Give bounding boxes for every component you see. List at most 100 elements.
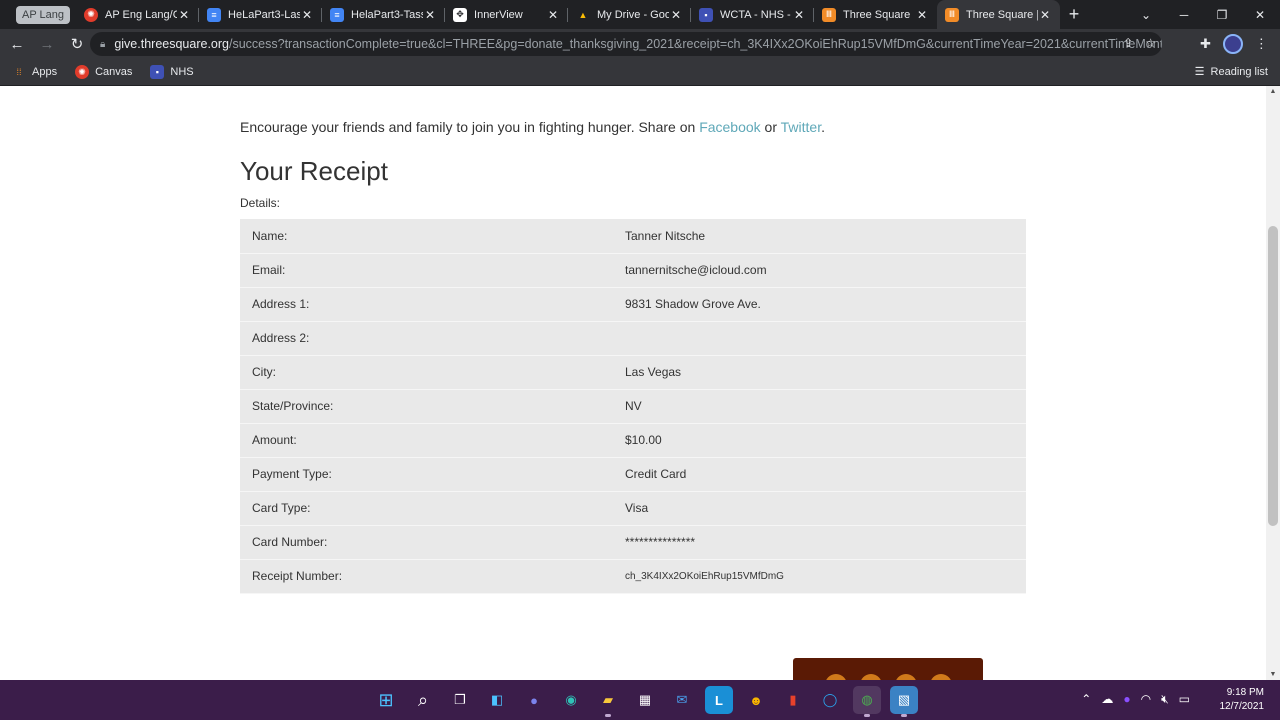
search-icon[interactable]: ⌕ <box>409 686 437 714</box>
game-icon[interactable]: ☻ <box>742 686 770 714</box>
receipt-label: Amount: <box>240 423 613 458</box>
bookmark-nhs[interactable]: ▪ NHS <box>150 65 194 79</box>
reading-list-label: Reading list <box>1210 65 1268 78</box>
teams-chat-icon[interactable]: ● <box>520 686 548 714</box>
toolbar-right: ✚ ⋮ <box>1200 33 1268 55</box>
edge-icon[interactable]: ◉ <box>557 686 585 714</box>
twitter-link[interactable]: Twitter <box>781 119 821 135</box>
taskbar-clock[interactable]: 9:18 PM 12/7/2021 <box>1220 686 1265 714</box>
chevron-up-icon[interactable]: ⌃ <box>1081 692 1091 707</box>
share-end: . <box>821 119 826 135</box>
window-close-icon[interactable]: ✕ <box>1242 0 1278 29</box>
receipt-value: $10.00 <box>613 423 1026 458</box>
office-icon[interactable]: ▮ <box>779 686 807 714</box>
volume-muted-icon[interactable]: 🔇︎ <box>1161 692 1169 707</box>
table-row: Name: Tanner Nitsche <box>240 219 1026 254</box>
table-row: Payment Type: Credit Card <box>240 457 1026 492</box>
page-title: Your Receipt <box>240 156 388 186</box>
scroll-down-icon[interactable]: ▼ <box>1266 671 1280 678</box>
close-icon[interactable]: ✕ <box>546 8 560 22</box>
docs-icon: ≡ <box>207 7 222 22</box>
chrome-icon[interactable]: ◍ <box>853 686 881 717</box>
tab-my-drive[interactable]: ▲ My Drive - Goo ✕ <box>568 0 692 29</box>
back-icon[interactable]: ← <box>4 31 30 57</box>
share-text: Encourage your friends and family to joi… <box>240 119 700 135</box>
promo-banner[interactable] <box>793 658 983 680</box>
photos-icon[interactable]: ▧ <box>890 686 918 717</box>
scroll-thumb[interactable] <box>1268 226 1278 526</box>
start-icon[interactable]: ⊞ <box>372 686 400 714</box>
reading-list-button[interactable]: ☰ Reading list <box>1195 65 1268 79</box>
bookmark-canvas[interactable]: ✺ Canvas <box>75 65 132 79</box>
receipt-value: Credit Card <box>613 457 1026 492</box>
share-icon[interactable]: ⇪ <box>1123 36 1133 50</box>
cortana-icon[interactable]: ◯ <box>816 686 844 714</box>
reload-icon[interactable]: ↻ <box>64 31 90 57</box>
file-explorer-icon[interactable]: ▰ <box>594 686 622 717</box>
mic-icon[interactable]: ● <box>1123 692 1130 707</box>
close-icon[interactable]: ✕ <box>915 8 929 22</box>
receipt-table: Name: Tanner Nitsche Email: tannernitsche@i… <box>240 219 1026 594</box>
tab-three-square-active[interactable]: Ⅲ Three Square | I ✕ <box>937 0 1061 29</box>
close-icon[interactable]: ✕ <box>423 8 437 22</box>
menu-icon[interactable]: ⋮ <box>1255 36 1268 52</box>
tab-innerview[interactable]: ✥ InnerView ✕ <box>445 0 569 29</box>
browser-toolbar: ← → ↻ 🔒︎ give.threesquare.org/success?tr… <box>0 29 1280 59</box>
innerview-icon: ✥ <box>453 7 468 22</box>
bookmark-apps[interactable]: ⁞⁞ Apps <box>12 65 57 79</box>
receipt-label: Address 2: <box>240 321 613 356</box>
store-icon[interactable]: ▦ <box>631 686 659 714</box>
tab-title: Three Square | I <box>966 8 1039 21</box>
close-icon[interactable]: ✕ <box>669 8 683 22</box>
share-or: or <box>760 119 781 135</box>
receipt-value: *************** <box>613 525 1026 560</box>
minimize-icon[interactable]: ─ <box>1166 0 1202 29</box>
restore-icon[interactable]: ❐ <box>1204 0 1240 29</box>
page-scrollbar[interactable]: ▲ ▼ <box>1266 86 1280 680</box>
table-row: Address 1: 9831 Shadow Grove Ave. <box>240 287 1026 322</box>
receipt-label: Email: <box>240 253 613 288</box>
bookmark-label: Apps <box>32 66 58 78</box>
scroll-up-icon[interactable]: ▲ <box>1266 88 1280 95</box>
close-icon[interactable]: ✕ <box>300 8 314 22</box>
battery-icon[interactable]: ▭ <box>1179 692 1190 707</box>
classroom-icon: ▪ <box>150 65 165 79</box>
table-row: Card Number: *************** <box>240 525 1026 560</box>
table-row: State/Province: NV <box>240 389 1026 424</box>
table-row: City: Las Vegas <box>240 355 1026 390</box>
profile-avatar[interactable] <box>1222 34 1243 54</box>
close-icon[interactable]: ✕ <box>792 8 806 22</box>
widgets-icon[interactable]: ◧ <box>483 686 511 714</box>
tab-title: WCTA - NHS - I <box>720 8 793 21</box>
wifi-icon[interactable]: ◠ <box>1141 692 1151 707</box>
url-domain: give.threesquare.org <box>114 37 229 51</box>
lock-icon[interactable]: 🔒︎ <box>100 39 105 50</box>
threesquare-icon: Ⅲ <box>945 7 960 22</box>
url-path: /success?transactionComplete=true&cl=THR… <box>228 37 1162 51</box>
classroom-icon: ▪ <box>699 7 714 22</box>
receipt-label: Card Type: <box>240 491 613 526</box>
address-bar[interactable]: 🔒︎ give.threesquare.org/success?transact… <box>90 32 1162 56</box>
tab-group-chip[interactable]: AP Lang <box>16 5 71 24</box>
onedrive-icon[interactable]: ☁ <box>1101 692 1113 707</box>
tab-search-icon[interactable]: ⌄ <box>1128 0 1164 29</box>
extensions-icon[interactable]: ✚ <box>1200 36 1211 52</box>
new-tab-button[interactable]: + <box>1060 0 1088 29</box>
tab-hela-part3-lasti[interactable]: ≡ HeLaPart3-Lasti ✕ <box>199 0 323 29</box>
mail-icon[interactable]: ✉ <box>668 686 696 714</box>
tab-hela-part3-tassi[interactable]: ≡ HelaPart3-Tassi ✕ <box>322 0 446 29</box>
tab-three-square[interactable]: Ⅲ Three Square ✕ <box>814 0 937 29</box>
forward-icon[interactable]: → <box>34 31 60 57</box>
facebook-link[interactable]: Facebook <box>699 119 760 135</box>
tab-ap-eng-lang[interactable]: ✺ AP Eng Lang/Co ✕ <box>76 0 200 29</box>
task-view-icon[interactable]: ❐ <box>446 686 474 714</box>
close-icon[interactable]: ✕ <box>1038 8 1052 22</box>
lexis-icon[interactable]: L <box>705 686 733 714</box>
receipt-label: Payment Type: <box>240 457 613 492</box>
tab-title: Three Square <box>843 8 911 21</box>
share-message: Encourage your friends and family to joi… <box>240 119 825 135</box>
receipt-value: 9831 Shadow Grove Ave. <box>613 287 1026 322</box>
tab-wcta-nhs[interactable]: ▪ WCTA - NHS - I ✕ <box>691 0 815 29</box>
close-icon[interactable]: ✕ <box>177 8 191 22</box>
bookmark-star-icon[interactable]: ☆ <box>1145 36 1156 50</box>
